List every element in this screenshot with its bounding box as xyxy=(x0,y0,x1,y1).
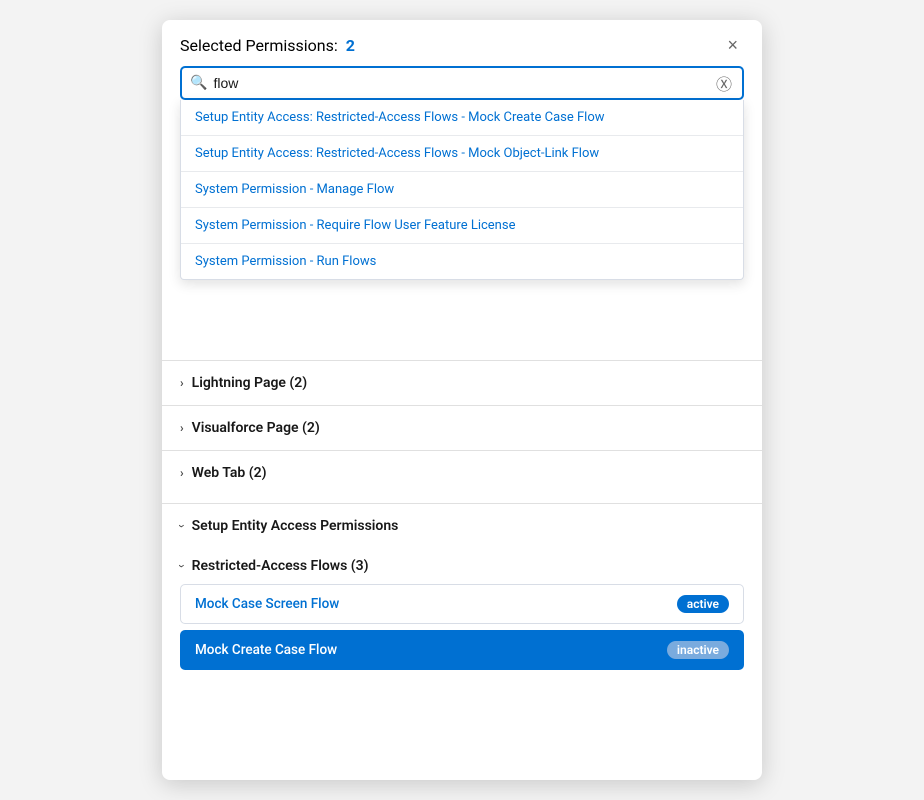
section-lightning-page-header[interactable]: › Lightning Page (2) xyxy=(162,361,762,405)
modal-title: Selected Permissions: 2 xyxy=(180,36,355,55)
permission-item-name: Mock Case Screen Flow xyxy=(195,596,339,612)
section-setup-entity-header[interactable]: › Setup Entity Access Permissions xyxy=(162,504,762,548)
dropdown-item[interactable]: System Permission - Manage Flow xyxy=(181,172,743,208)
status-badge: active xyxy=(677,595,729,613)
section-web-tab-label: Web Tab (2) xyxy=(192,465,267,481)
selected-count: 2 xyxy=(346,36,355,55)
main-content: › Lightning Page (2) › Visualforce Page … xyxy=(162,360,762,684)
section-visualforce-page-label: Visualforce Page (2) xyxy=(192,420,320,436)
chevron-icon: › xyxy=(180,466,184,480)
dropdown-item[interactable]: System Permission - Run Flows xyxy=(181,244,743,279)
dropdown-item[interactable]: Setup Entity Access: Restricted-Access F… xyxy=(181,100,743,136)
chevron-icon: › xyxy=(180,421,184,435)
status-badge: inactive xyxy=(667,641,729,659)
search-input[interactable] xyxy=(213,68,714,98)
section-visualforce-page-header[interactable]: › Visualforce Page (2) xyxy=(162,406,762,450)
chevron-down-icon: › xyxy=(175,564,189,568)
section-lightning-page-label: Lightning Page (2) xyxy=(192,375,308,391)
search-icon: 🔍 xyxy=(190,75,207,91)
setup-entity-label: Setup Entity Access Permissions xyxy=(192,518,399,534)
search-dropdown: Setup Entity Access: Restricted-Access F… xyxy=(180,100,744,280)
close-button[interactable]: × xyxy=(721,34,744,56)
permission-list: Mock Case Screen Flow active Mock Create… xyxy=(180,584,762,684)
sub-section-restricted-flows: › Restricted-Access Flows (3) Mock Case … xyxy=(162,548,762,684)
section-lightning-page: › Lightning Page (2) xyxy=(162,360,762,405)
clear-search-button[interactable]: Ⓧ xyxy=(714,69,734,97)
search-input-container: 🔍 Ⓧ xyxy=(180,66,744,100)
title-text: Selected Permissions: xyxy=(180,36,338,55)
modal-header: Selected Permissions: 2 × xyxy=(162,20,762,66)
dropdown-item[interactable]: System Permission - Require Flow User Fe… xyxy=(181,208,743,244)
dropdown-item[interactable]: Setup Entity Access: Restricted-Access F… xyxy=(181,136,743,172)
permission-item-name: Mock Create Case Flow xyxy=(195,642,337,658)
section-visualforce-page: › Visualforce Page (2) xyxy=(162,405,762,450)
modal-container: Selected Permissions: 2 × 🔍 Ⓧ Setup Enti… xyxy=(162,20,762,780)
chevron-icon: › xyxy=(180,376,184,390)
chevron-down-icon: › xyxy=(175,524,189,528)
search-wrapper: 🔍 Ⓧ Setup Entity Access: Restricted-Acce… xyxy=(180,66,744,100)
permission-item-mock-case-screen-flow[interactable]: Mock Case Screen Flow active xyxy=(180,584,744,624)
section-setup-entity-access: › Setup Entity Access Permissions › Rest… xyxy=(162,503,762,684)
section-web-tab: › Web Tab (2) xyxy=(162,450,762,495)
permission-item-mock-create-case-flow[interactable]: Mock Create Case Flow inactive xyxy=(180,630,744,670)
restricted-flows-label: Restricted-Access Flows (3) xyxy=(192,558,369,574)
section-web-tab-header[interactable]: › Web Tab (2) xyxy=(162,451,762,495)
sub-section-restricted-flows-header[interactable]: › Restricted-Access Flows (3) xyxy=(180,548,762,584)
